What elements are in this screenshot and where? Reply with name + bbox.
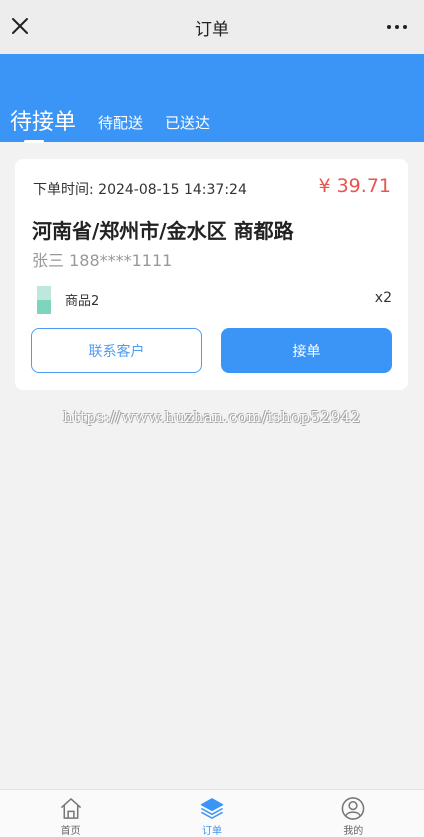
accept-order-button[interactable]: 接单 (221, 328, 392, 373)
tab-pending-accept[interactable]: 待接单 (10, 104, 76, 136)
goods-thumbnail (37, 286, 51, 314)
watermark-text: https://www.huzhan.com/ishop52942 (63, 408, 361, 426)
nav-label-home: 首页 (60, 826, 81, 837)
layers-icon (200, 798, 224, 819)
goods-quantity: x2 (374, 290, 392, 306)
customer-contact: 张三 188****1111 (32, 251, 173, 270)
nav-item-home[interactable]: 首页 (0, 790, 141, 837)
order-tabs: 待接单 待配送 已送达 (10, 104, 232, 136)
more-icon[interactable] (382, 14, 412, 40)
user-icon (341, 797, 365, 820)
active-tab-indicator (24, 140, 44, 143)
home-icon (60, 798, 81, 819)
page-title: 订单 (195, 19, 229, 40)
goods-name: 商品2 (65, 294, 100, 309)
tab-delivered[interactable]: 已送达 (165, 112, 210, 136)
nav-label-orders: 订单 (201, 826, 222, 837)
contact-customer-button[interactable]: 联系客户 (31, 328, 202, 373)
order-card: 下单时间: 2024-08-15 14:37:24 ¥ 39.71 河南省/郑州… (15, 159, 408, 390)
delivery-address: 河南省/郑州市/金水区 商都路 (32, 219, 294, 243)
order-time: 下单时间: 2024-08-15 14:37:24 (33, 182, 247, 198)
nav-item-orders[interactable]: 订单 (141, 790, 282, 837)
top-bar: 订单 (0, 0, 424, 54)
close-icon[interactable] (8, 14, 34, 40)
order-price: ¥ 39.71 (318, 175, 391, 197)
nav-item-mine[interactable]: 我的 (283, 790, 424, 837)
nav-label-mine: 我的 (343, 826, 364, 837)
tab-pending-delivery[interactable]: 待配送 (98, 112, 143, 136)
bottom-nav: 首页 订单 我的 (0, 789, 424, 837)
header: 待接单 待配送 已送达 (0, 54, 424, 143)
